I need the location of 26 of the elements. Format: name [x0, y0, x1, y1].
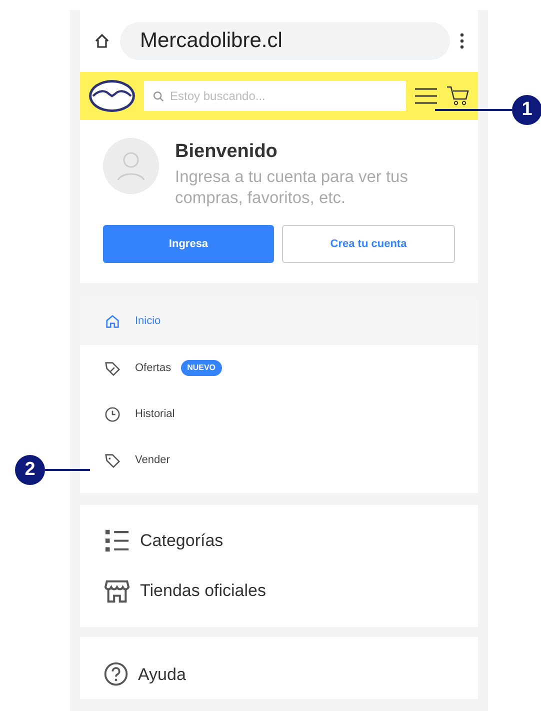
home-icon[interactable]	[94, 33, 110, 49]
home-icon	[104, 312, 121, 330]
help-icon	[104, 662, 128, 686]
login-button[interactable]: Ingresa	[103, 225, 274, 264]
clock-icon	[104, 406, 121, 423]
welcome-text: Ingresa a tu cuenta para ver tus compras, favoritos, etc.	[175, 166, 409, 209]
menu-icon[interactable]	[414, 87, 438, 105]
new-badge: NUEVO	[181, 360, 222, 376]
price-tag-icon	[104, 360, 121, 377]
logo-icon[interactable]	[88, 79, 136, 113]
address-bar[interactable]: Mercadolibre.cl	[120, 22, 450, 60]
create-account-button[interactable]: Crea tu cuenta	[282, 225, 455, 264]
menu-item[interactable]: Historial	[80, 391, 478, 438]
callout-number: 1	[512, 95, 541, 125]
welcome-title: Bienvenido	[175, 140, 278, 164]
tag-icon	[104, 452, 121, 469]
callout-number: 2	[15, 455, 45, 485]
more-icon[interactable]	[460, 33, 464, 49]
menu-item[interactable]: Ofertas NUEVO	[80, 345, 478, 392]
cart-icon[interactable]	[446, 85, 470, 107]
menu-item[interactable]: Vender	[80, 437, 478, 484]
list-icon	[104, 527, 130, 554]
leader-line	[45, 469, 90, 471]
section-link[interactable]: Tiendas oficiales	[80, 565, 478, 616]
search-field[interactable]: Estoy buscando...	[144, 81, 406, 111]
section-link[interactable]: Categorías	[80, 515, 478, 566]
